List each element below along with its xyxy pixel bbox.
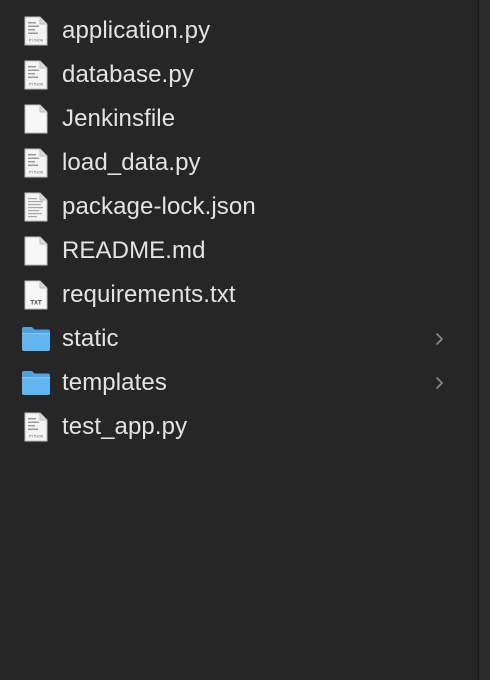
file-row-database-py[interactable]: PYTHON database.py (0, 53, 478, 97)
file-name: database.py (62, 61, 194, 88)
file-row-load-data-py[interactable]: PYTHON load_data.py (0, 141, 478, 185)
python-badge-text: PYTHON (29, 171, 44, 175)
file-row-requirements-txt[interactable]: TXT requirements.txt (0, 273, 478, 317)
python-file-icon: PYTHON (20, 147, 52, 179)
folder-icon (20, 367, 52, 399)
python-file-icon: PYTHON (20, 411, 52, 443)
file-row-readme-md[interactable]: README.md (0, 229, 478, 273)
file-name: package-lock.json (62, 193, 256, 220)
chevron-right-icon[interactable] (432, 331, 446, 347)
python-badge-text: PYTHON (29, 39, 44, 43)
text-document-icon (20, 191, 52, 223)
folder-name: static (62, 325, 119, 352)
txt-file-icon: TXT (20, 279, 52, 311)
folder-row-templates[interactable]: templates (0, 361, 478, 405)
file-name: test_app.py (62, 413, 188, 440)
file-name: requirements.txt (62, 281, 236, 308)
python-badge-text: PYTHON (29, 435, 44, 439)
file-row-package-lock-json[interactable]: package-lock.json (0, 185, 478, 229)
python-file-icon: PYTHON (20, 15, 52, 47)
file-name: load_data.py (62, 149, 201, 176)
file-row-application-py[interactable]: PYTHON application.py (0, 9, 478, 53)
python-file-icon: PYTHON (20, 59, 52, 91)
file-name: README.md (62, 237, 206, 264)
blank-document-icon (20, 103, 52, 135)
file-row-jenkinsfile[interactable]: Jenkinsfile (0, 97, 478, 141)
chevron-right-icon[interactable] (432, 375, 446, 391)
folder-icon (20, 323, 52, 355)
file-name: Jenkinsfile (62, 105, 176, 132)
blank-document-icon (20, 235, 52, 267)
txt-badge-text: TXT (30, 301, 42, 307)
python-badge-text: PYTHON (29, 83, 44, 87)
file-list: PYTHON application.py PYTHON database.py (0, 9, 478, 449)
file-row-test-app-py[interactable]: PYTHON test_app.py (0, 405, 478, 449)
file-browser-column: PYTHON application.py PYTHON database.py (0, 0, 478, 680)
next-column-edge (479, 0, 490, 680)
folder-name: templates (62, 369, 167, 396)
folder-row-static[interactable]: static (0, 317, 478, 361)
file-name: application.py (62, 17, 211, 44)
